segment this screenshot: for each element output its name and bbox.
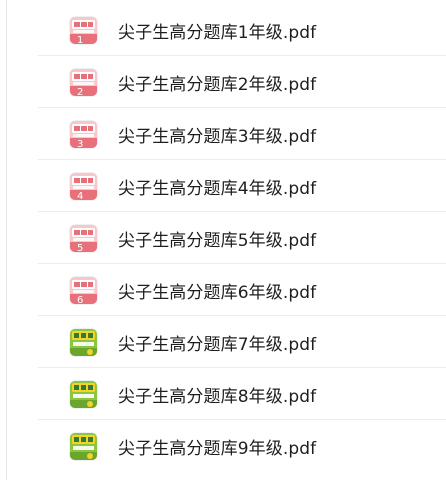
file-list-item-3[interactable]: 3 尖子生高分题库3年级.pdf <box>38 108 446 160</box>
file-name: 尖子生高分题库3年级.pdf <box>118 126 317 147</box>
file-list: 1 尖子生高分题库1年级.pdf 2 尖子生高分题库2年级.pdf 3 尖子生高… <box>38 0 446 480</box>
file-name: 尖子生高分题库5年级.pdf <box>118 230 317 251</box>
pdf-cover-thumbnail-icon: 1 <box>70 16 97 44</box>
pdf-cover-thumbnail-icon <box>70 432 97 460</box>
file-list-item-4[interactable]: 4 尖子生高分题库4年级.pdf <box>38 160 446 212</box>
file-list-item-5[interactable]: 5 尖子生高分题库5年级.pdf <box>38 212 446 264</box>
svg-text:3: 3 <box>77 139 83 148</box>
file-name: 尖子生高分题库1年级.pdf <box>118 22 317 43</box>
file-name: 尖子生高分题库7年级.pdf <box>118 334 317 355</box>
file-name: 尖子生高分题库6年级.pdf <box>118 282 317 303</box>
svg-text:2: 2 <box>77 87 83 96</box>
file-name: 尖子生高分题库9年级.pdf <box>118 438 317 459</box>
svg-text:6: 6 <box>77 295 83 304</box>
file-list-item-1[interactable]: 1 尖子生高分题库1年级.pdf <box>38 4 446 56</box>
file-list-item-9[interactable]: 尖子生高分题库9年级.pdf <box>38 420 446 472</box>
svg-text:1: 1 <box>77 35 83 44</box>
pdf-cover-thumbnail-icon <box>70 380 97 408</box>
pdf-cover-thumbnail-icon: 6 <box>70 276 97 304</box>
file-name: 尖子生高分题库4年级.pdf <box>118 178 317 199</box>
file-list-item-6[interactable]: 6 尖子生高分题库6年级.pdf <box>38 264 446 316</box>
file-name: 尖子生高分题库2年级.pdf <box>118 74 317 95</box>
pdf-cover-thumbnail-icon: 4 <box>70 172 97 200</box>
pdf-cover-thumbnail-icon: 5 <box>70 224 97 252</box>
file-list-item-8[interactable]: 尖子生高分题库8年级.pdf <box>38 368 446 420</box>
file-name: 尖子生高分题库8年级.pdf <box>118 386 317 407</box>
file-list-item-7[interactable]: 尖子生高分题库7年级.pdf <box>38 316 446 368</box>
file-list-item-2[interactable]: 2 尖子生高分题库2年级.pdf <box>38 56 446 108</box>
svg-text:4: 4 <box>77 191 83 200</box>
svg-text:5: 5 <box>77 243 83 252</box>
pdf-cover-thumbnail-icon: 3 <box>70 120 97 148</box>
pdf-cover-thumbnail-icon: 2 <box>70 68 97 96</box>
pdf-cover-thumbnail-icon <box>70 328 97 356</box>
window-left-edge <box>6 0 7 480</box>
